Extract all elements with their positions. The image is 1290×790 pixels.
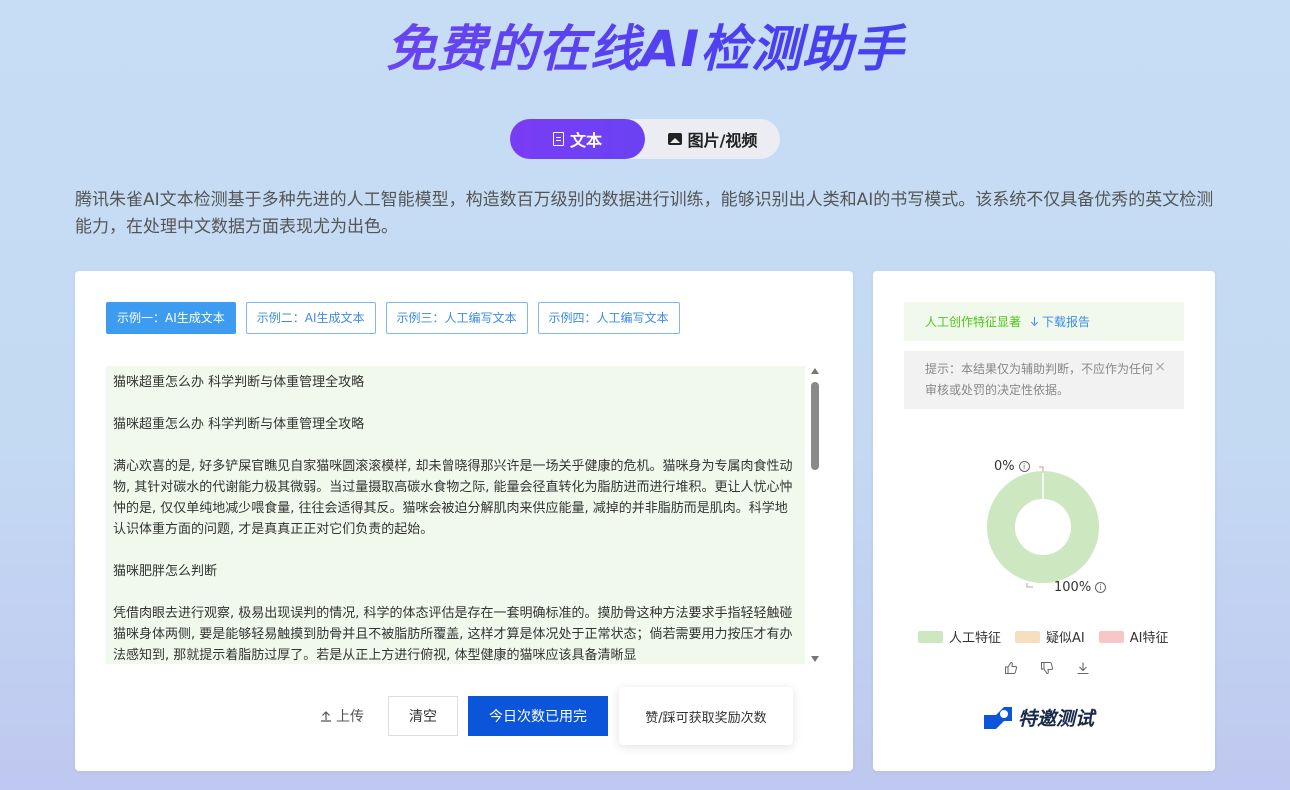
result-donut-chart	[987, 466, 1099, 588]
thumbs-down-icon[interactable]	[1040, 661, 1054, 675]
legend-item-human[interactable]: 人工特征	[918, 627, 1001, 646]
info-icon[interactable]: i	[1095, 582, 1107, 593]
detection-input-panel: 示例一：AI生成文本 示例二：AI生成文本 示例三：人工编写文本 示例四：人工编…	[75, 271, 853, 771]
legend-label: 人工特征	[949, 631, 1002, 646]
ai-percentage-label: 0% i	[994, 459, 1030, 474]
reward-tooltip: 赞/踩可获取奖励次数	[619, 687, 793, 745]
download-report-label: 下载报告	[1042, 315, 1091, 329]
human-percentage-label: 100% i	[1054, 580, 1107, 595]
text-paragraph: 猫咪超重怎么办 科学判断与体重管理全攻略	[113, 417, 365, 432]
text-paragraph: 满心欢喜的是, 好多铲屎官瞧见自家猫咪圆滚滚模样, 却未曾晓得那兴许是一场关乎健…	[113, 459, 793, 537]
feedback-buttons	[1004, 661, 1090, 675]
download-icon	[1031, 316, 1039, 327]
intro-text: 腾讯朱雀AI文本检测基于多种先进的人工智能模型，构造数百万级别的数据进行训练，能…	[75, 190, 1214, 237]
legend-swatch	[918, 630, 943, 643]
chart-legend: 人工特征 疑似AI AI特征	[918, 627, 1168, 646]
detection-result-panel: 人工创作特征显著 下载报告 提示：本结果仅为辅助判断，不应作为任何审核或处罚的决…	[873, 271, 1215, 771]
text-paragraph: 猫咪超重怎么办 科学判断与体重管理全攻略	[113, 375, 365, 390]
tab-text[interactable]: 文本	[510, 119, 645, 159]
legend-label: AI特征	[1129, 631, 1169, 646]
page-title: 免费的在线AI检测助手	[0, 14, 1290, 84]
mode-switch: 文本 图片/视频	[510, 119, 780, 159]
text-paragraph: 凭借肉眼去进行观察, 极易出现误判的情况, 科学的体态评估是存在一套明确标准的。…	[113, 606, 793, 663]
download-report-link[interactable]: 下载报告	[1031, 313, 1090, 330]
scroll-down-arrow-icon[interactable]	[811, 656, 819, 662]
legend-item-suspect-ai[interactable]: 疑似AI	[1015, 627, 1085, 646]
info-icon[interactable]: i	[1018, 461, 1030, 472]
human-percentage-value: 100%	[1054, 580, 1092, 595]
ai-percentage-value: 0%	[994, 459, 1015, 474]
upload-icon	[321, 711, 331, 722]
clear-button[interactable]: 清空	[388, 696, 458, 736]
legend-swatch	[1098, 630, 1124, 643]
scroll-thumb[interactable]	[811, 382, 819, 470]
text-paragraph: 猫咪肥胖怎么判断	[113, 564, 218, 579]
tab-image-video-label: 图片/视频	[687, 131, 758, 150]
hint-text: 提示：本结果仅为辅助判断，不应作为任何审核或处罚的决定性依据。	[925, 362, 1154, 397]
download-icon[interactable]	[1076, 661, 1090, 675]
close-icon[interactable]: ×	[1154, 357, 1166, 378]
human-label-leader	[1026, 583, 1033, 588]
example-button-3[interactable]: 示例三：人工编写文本	[385, 302, 528, 334]
brand-name: 特邀测试	[1018, 708, 1095, 730]
thumbs-up-icon[interactable]	[1004, 661, 1018, 675]
brand-logo-icon	[984, 706, 1012, 729]
document-icon	[552, 132, 564, 146]
ai-label-leader	[1039, 466, 1044, 471]
example-button-4[interactable]: 示例四：人工编写文本	[537, 302, 680, 334]
legend-swatch	[1015, 630, 1041, 643]
example-button-1[interactable]: 示例一：AI生成文本	[106, 302, 236, 334]
text-scrollbar[interactable]	[809, 366, 821, 664]
scroll-up-arrow-icon[interactable]	[811, 368, 819, 374]
result-banner: 人工创作特征显著 下载报告	[904, 302, 1184, 341]
upload-button[interactable]: 上传	[320, 696, 380, 736]
legend-label: 疑似AI	[1046, 631, 1085, 646]
disclaimer-hint: 提示：本结果仅为辅助判断，不应作为任何审核或处罚的决定性依据。 ×	[904, 351, 1184, 409]
tab-text-label: 文本	[569, 131, 602, 150]
legend-item-ai[interactable]: AI特征	[1098, 627, 1169, 646]
brand-badge: 特邀测试	[982, 704, 1094, 731]
detect-button[interactable]: 今日次数已用完	[468, 696, 608, 736]
example-buttons: 示例一：AI生成文本 示例二：AI生成文本 示例三：人工编写文本 示例四：人工编…	[106, 302, 680, 334]
text-input[interactable]: 猫咪超重怎么办 科学判断与体重管理全攻略 猫咪超重怎么办 科学判断与体重管理全攻…	[106, 366, 805, 664]
example-button-2[interactable]: 示例二：AI生成文本	[245, 302, 376, 334]
verdict-text: 人工创作特征显著	[925, 315, 1022, 329]
image-icon	[667, 133, 682, 145]
upload-label: 上传	[336, 709, 364, 725]
tab-image-video[interactable]: 图片/视频	[645, 119, 780, 159]
